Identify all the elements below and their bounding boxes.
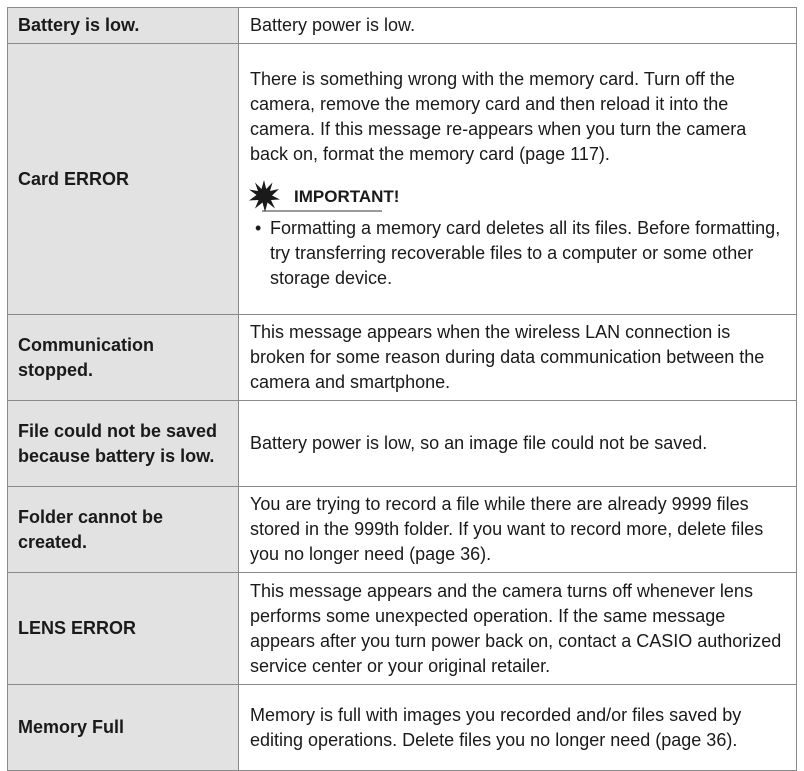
table-row: Card ERROR There is something wrong with… — [7, 43, 797, 315]
message-cell: File could not be saved because battery … — [7, 400, 239, 487]
description-cell: You are trying to record a file while th… — [238, 486, 797, 573]
description-cell: This message appears and the camera turn… — [238, 572, 797, 685]
message-label: Battery is low. — [18, 15, 140, 35]
table-row: LENS ERROR This message appears and the … — [7, 572, 797, 685]
important-underline — [262, 210, 382, 212]
message-cell: Battery is low. — [7, 7, 239, 44]
description-cell: Battery power is low. — [238, 7, 797, 44]
error-message-table: Battery is low. Battery power is low. Ca… — [7, 7, 797, 771]
message-label: Card ERROR — [18, 168, 130, 189]
description-cell: Memory is full with images you recorded … — [238, 684, 797, 771]
important-note-text: Formatting a memory card deletes all its… — [270, 218, 781, 288]
description-text: Battery power is low. — [250, 15, 416, 35]
message-label: Communication stopped. — [18, 334, 155, 380]
description-text: This message appears and the camera turn… — [250, 580, 782, 676]
message-cell: LENS ERROR — [7, 572, 239, 685]
description-text: You are trying to record a file while th… — [250, 494, 764, 564]
description-text: There is something wrong with the memory… — [250, 69, 747, 164]
description-cell: Battery power is low, so an image file c… — [238, 400, 797, 487]
message-cell: Communication stopped. — [7, 314, 239, 401]
important-note: • Formatting a memory card deletes all i… — [250, 216, 786, 291]
table-row: Folder cannot be created. You are trying… — [7, 486, 797, 573]
table-row: Battery is low. Battery power is low. — [7, 7, 797, 44]
message-cell: Folder cannot be created. — [7, 486, 239, 573]
message-label: Folder cannot be created. — [18, 506, 164, 552]
description-cell: This message appears when the wireless L… — [238, 314, 797, 401]
table-row: Communication stopped. This message appe… — [7, 314, 797, 401]
table-row: File could not be saved because battery … — [7, 400, 797, 487]
message-label: Memory Full — [18, 717, 125, 737]
important-heading: IMPORTANT! — [248, 179, 786, 213]
table-row: Memory Full Memory is full with images y… — [7, 684, 797, 771]
message-cell: Card ERROR — [7, 43, 239, 315]
message-label: LENS ERROR — [18, 618, 137, 638]
message-label: File could not be saved because battery … — [18, 420, 218, 466]
description-text: Memory is full with images you recorded … — [250, 704, 742, 750]
burst-icon — [248, 180, 280, 212]
description-text: This message appears when the wireless L… — [250, 322, 765, 392]
message-cell: Memory Full — [7, 684, 239, 771]
description-text: Battery power is low, so an image file c… — [250, 433, 708, 453]
bullet-icon: • — [255, 218, 262, 238]
important-title: IMPORTANT! — [294, 186, 400, 206]
description-cell: There is something wrong with the memory… — [238, 43, 797, 315]
